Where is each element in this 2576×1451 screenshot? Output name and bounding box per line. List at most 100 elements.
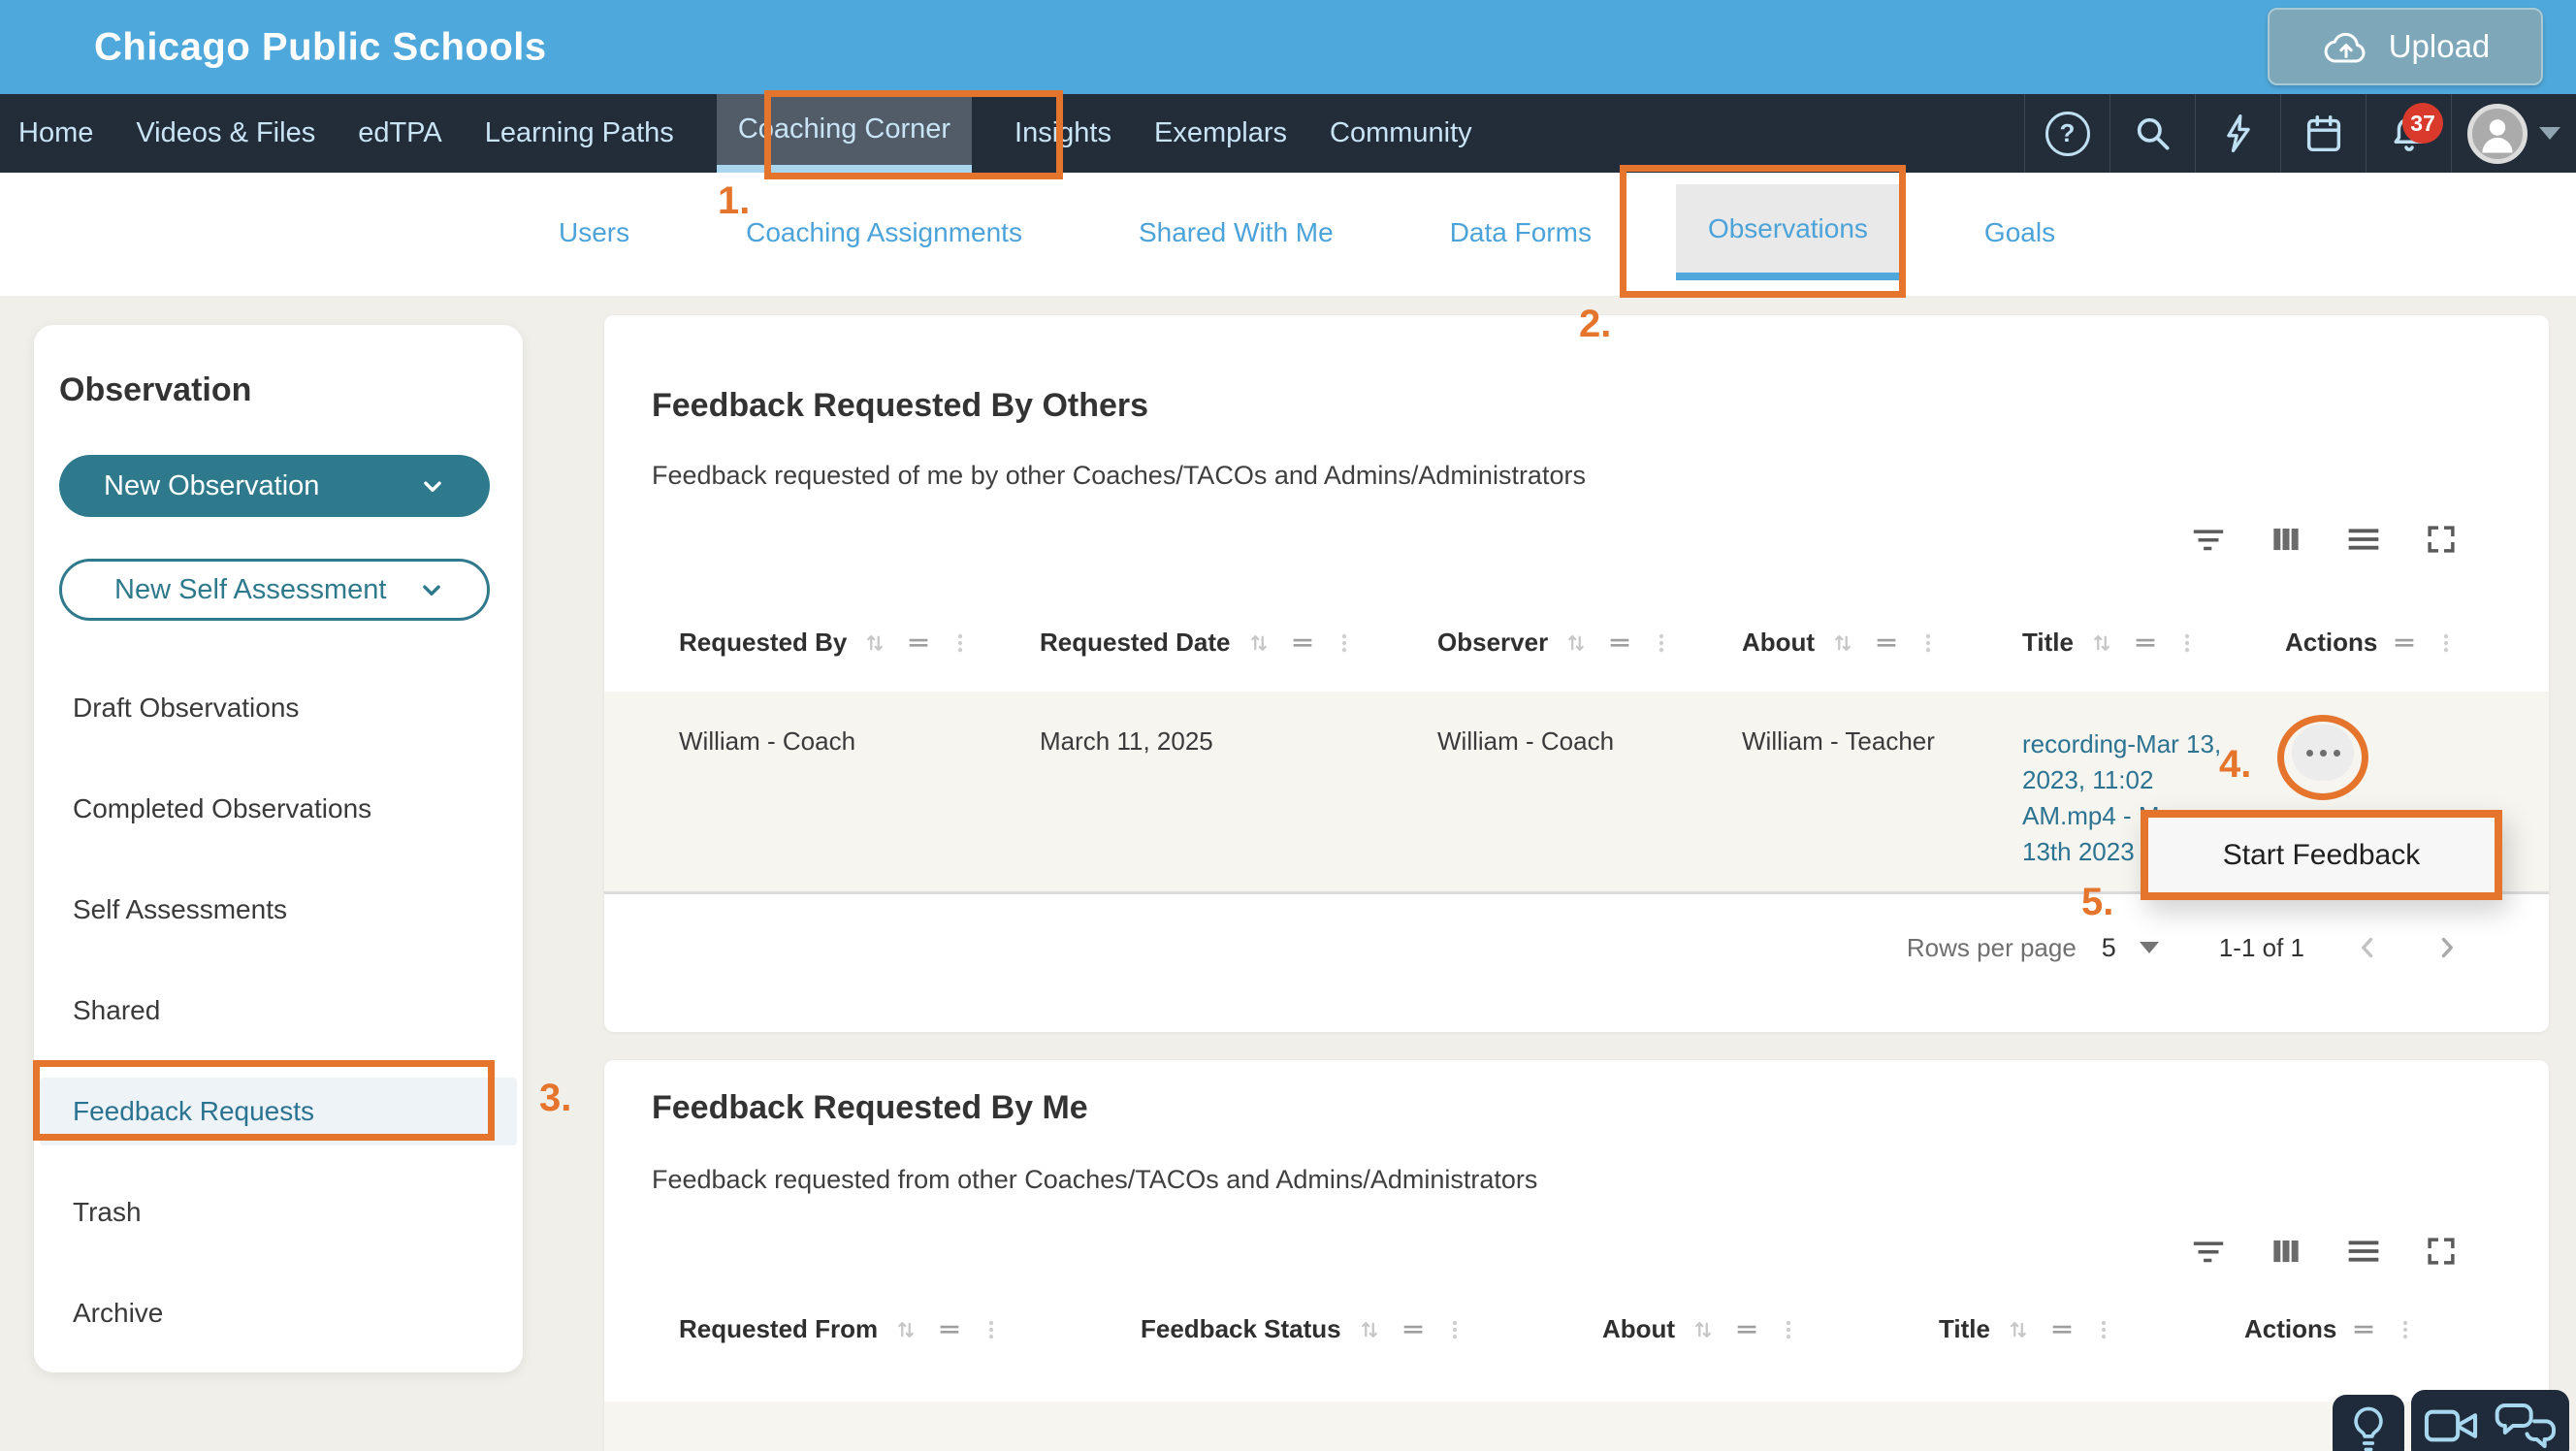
sidebar-item-shared[interactable]: Shared [34,960,523,1061]
column-menu-icon[interactable] [979,1315,1004,1344]
column-menu-icon[interactable] [948,629,973,658]
row-actions-menu: Start Feedback [2141,810,2502,900]
sort-icon[interactable] [1562,629,1591,658]
column-header-about[interactable]: About [1742,628,1941,658]
sidebar-item-completed-observations[interactable]: Completed Observations [34,758,523,859]
drag-handle-icon[interactable] [2350,1316,2377,1343]
tips-button[interactable] [2333,1395,2404,1451]
column-header-actions[interactable]: Actions [2285,628,2459,658]
sidebar-item-archive[interactable]: Archive [34,1263,523,1364]
help-button[interactable]: ? [2024,94,2109,173]
sidebar-item-feedback-requests[interactable]: Feedback Requests [40,1078,517,1145]
column-menu-icon[interactable] [1649,629,1674,658]
column-menu-icon[interactable] [2174,629,2200,658]
video-chat-button[interactable] [2411,1390,2569,1451]
fullscreen-icon[interactable] [2423,1233,2460,1270]
nav-item-learning-paths[interactable]: Learning Paths [485,94,674,173]
sort-icon[interactable] [891,1315,920,1344]
tab-coaching-assignments[interactable]: Coaching Assignments [714,184,1054,280]
drag-handle-icon[interactable] [2132,629,2159,657]
column-header-title[interactable]: Title [1939,1314,2116,1344]
main-nav: Home Videos & Files edTPA Learning Paths… [0,94,2576,173]
fullscreen-icon[interactable] [2423,521,2460,558]
column-header-title[interactable]: Title [2022,628,2200,658]
sidebar-item-draft-observations[interactable]: Draft Observations [34,658,523,758]
nav-item-community[interactable]: Community [1330,94,1472,173]
calendar-button[interactable] [2280,94,2366,173]
search-button[interactable] [2109,94,2195,173]
sidebar-heading: Observation [59,371,252,408]
nav-item-exemplars[interactable]: Exemplars [1154,94,1287,173]
row-density-icon[interactable] [2345,1233,2382,1270]
drag-handle-icon[interactable] [2048,1316,2076,1343]
column-menu-icon[interactable] [2091,1315,2116,1344]
main-nav-icons: ? 37 [2024,94,2576,173]
annotation-step-4: 4. [2219,743,2252,786]
row-density-icon[interactable] [2345,521,2382,558]
columns-icon[interactable] [2268,1233,2304,1270]
sort-icon[interactable] [1689,1315,1718,1344]
tab-goals[interactable]: Goals [1952,184,2087,280]
upload-button[interactable]: Upload [2268,8,2543,85]
sidebar-item-self-assessments[interactable]: Self Assessments [34,859,523,960]
sort-icon[interactable] [1355,1315,1384,1344]
column-menu-icon[interactable] [2393,1315,2418,1344]
column-menu-icon[interactable] [1332,629,1357,658]
column-header-requested-date[interactable]: Requested Date [1040,628,1357,658]
table-row-empty [604,1402,2549,1451]
sort-icon[interactable] [1244,629,1273,658]
cell-requested-date: March 11, 2025 [1040,726,1213,756]
filter-icon[interactable] [2190,1233,2227,1270]
columns-icon[interactable] [2268,521,2304,558]
nav-item-videos-files[interactable]: Videos & Files [136,94,315,173]
row-actions-button[interactable] [2292,725,2354,781]
nav-item-home[interactable]: Home [18,94,93,173]
tab-observations[interactable]: Observations [1675,184,1900,280]
filter-icon[interactable] [2190,521,2227,558]
column-label: Title [1939,1314,1990,1343]
column-menu-icon[interactable] [1776,1315,1801,1344]
notification-badge: 37 [2402,103,2443,144]
sort-icon[interactable] [860,629,889,658]
column-menu-icon[interactable] [1442,1315,1467,1344]
tab-shared-with-me[interactable]: Shared With Me [1107,184,1366,280]
menu-item-start-feedback[interactable]: Start Feedback [2223,839,2420,872]
table-toolbar [2190,521,2460,558]
new-self-assessment-button[interactable]: New Self Assessment [59,559,490,621]
column-header-about[interactable]: About [1602,1314,1801,1344]
next-page-button[interactable] [2431,931,2463,964]
nav-item-edtpa[interactable]: edTPA [358,94,442,173]
cloud-upload-icon [2321,25,2371,68]
drag-handle-icon[interactable] [1606,629,1633,657]
nav-item-insights[interactable]: Insights [1014,94,1111,173]
sort-icon[interactable] [1828,629,1857,658]
tab-data-forms[interactable]: Data Forms [1418,184,1624,280]
quick-actions-button[interactable] [2195,94,2280,173]
column-header-requested-by[interactable]: Requested By [679,628,973,658]
column-menu-icon[interactable] [1916,629,1941,658]
tab-users[interactable]: Users [527,184,661,280]
drag-handle-icon[interactable] [1733,1316,1760,1343]
notifications-button[interactable]: 37 [2366,94,2451,173]
sidebar-item-trash[interactable]: Trash [34,1162,523,1263]
drag-handle-icon[interactable] [936,1316,963,1343]
sort-icon[interactable] [2004,1315,2033,1344]
new-observation-button[interactable]: New Observation [59,455,490,517]
column-header-requested-from[interactable]: Requested From [679,1314,1004,1344]
previous-page-button[interactable] [2351,931,2384,964]
drag-handle-icon[interactable] [1289,629,1316,657]
account-menu[interactable] [2451,94,2576,173]
drag-handle-icon[interactable] [1873,629,1900,657]
column-header-feedback-status[interactable]: Feedback Status [1141,1314,1467,1344]
column-header-observer[interactable]: Observer [1437,628,1674,658]
drag-handle-icon[interactable] [1400,1316,1427,1343]
rows-per-page-select[interactable]: 5 [2102,933,2159,963]
drag-handle-icon[interactable] [905,629,932,657]
column-menu-icon[interactable] [2433,629,2459,658]
drag-handle-icon[interactable] [2391,629,2418,657]
nav-item-coaching-corner[interactable]: Coaching Corner [716,94,973,173]
section-title: Feedback Requested By Others [652,387,1149,424]
column-header-actions[interactable]: Actions [2244,1314,2418,1344]
help-icon: ? [2045,111,2090,156]
sort-icon[interactable] [2087,629,2116,658]
